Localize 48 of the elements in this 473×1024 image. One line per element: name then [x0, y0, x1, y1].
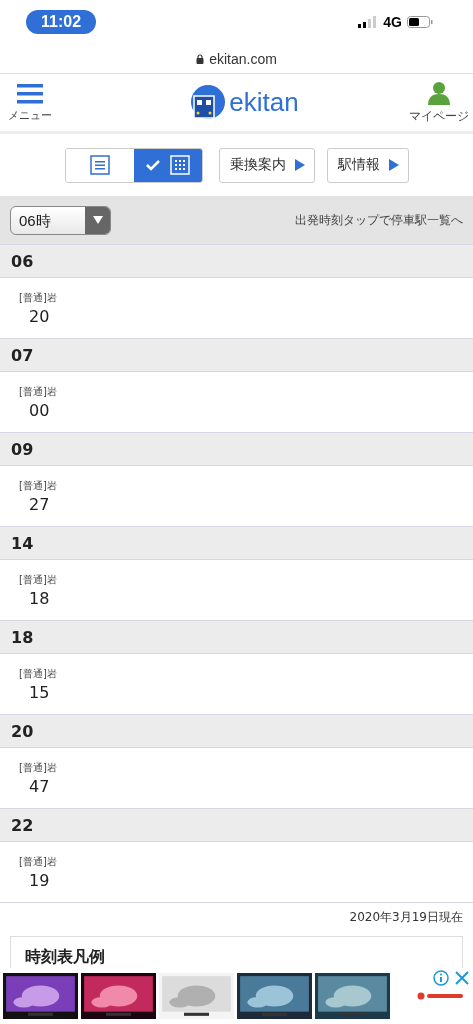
hour-header: 14: [0, 527, 473, 560]
caret-icon: [91, 215, 104, 225]
departure-minute[interactable]: 27: [19, 494, 50, 514]
hour-header: 18: [0, 621, 473, 654]
train-type: [普通]岩: [19, 666, 58, 681]
departure-minute[interactable]: 18: [19, 588, 50, 608]
person-icon: [427, 80, 451, 105]
hour-dropdown[interactable]: 06時: [10, 205, 111, 235]
info-icon[interactable]: [433, 970, 449, 986]
store-logo-icon: [417, 992, 463, 1000]
grid-icon: [169, 155, 190, 175]
grid-view-button[interactable]: [133, 148, 202, 182]
legend-title: 時刻表凡例: [25, 947, 105, 966]
list-icon: [89, 155, 110, 175]
play-icon: [387, 158, 400, 172]
departure-minute[interactable]: 20: [19, 306, 50, 326]
battery-icon: [407, 16, 433, 28]
train-type: [普通]岩: [19, 290, 58, 305]
menu-button[interactable]: メニュー: [8, 82, 52, 123]
hint-text: 出発時刻タップで停車駅一覧へ: [295, 211, 463, 229]
play-icon: [293, 158, 306, 172]
train-type: [普通]岩: [19, 478, 58, 493]
departure-minute[interactable]: 00: [19, 400, 50, 420]
hour-header: 22: [0, 809, 473, 842]
nav-button[interactable]: 乗換案内: [218, 147, 315, 183]
url-text[interactable]: ekitan.com: [209, 50, 277, 67]
train-type: [普通]岩: [19, 384, 58, 399]
clock-time: 11:02: [26, 10, 97, 34]
logo-text[interactable]: ekitan: [229, 87, 299, 118]
departure-minute[interactable]: 15: [19, 682, 50, 702]
close-icon[interactable]: [455, 971, 469, 985]
network-label: 4G: [383, 14, 402, 30]
train-type: [普通]岩: [19, 760, 58, 775]
train-type: [普通]岩: [19, 854, 58, 869]
hour-header: 09: [0, 433, 473, 466]
departure-minute[interactable]: 47: [19, 776, 50, 796]
my-page-button[interactable]: マイページ: [409, 80, 469, 125]
as-of-date: 2020年3月19日現在: [348, 909, 464, 926]
menu-icon: [17, 82, 43, 105]
lock-icon: [196, 53, 205, 64]
hour-header: 20: [0, 715, 473, 748]
hour-header: 06: [0, 245, 473, 278]
hour-header: 07: [0, 339, 473, 372]
signal-icon: [358, 16, 379, 28]
check-icon: [145, 159, 160, 171]
nav-button[interactable]: 駅情報: [326, 147, 409, 183]
departure-minute[interactable]: 19: [19, 870, 50, 890]
train-type: [普通]岩: [19, 572, 58, 587]
